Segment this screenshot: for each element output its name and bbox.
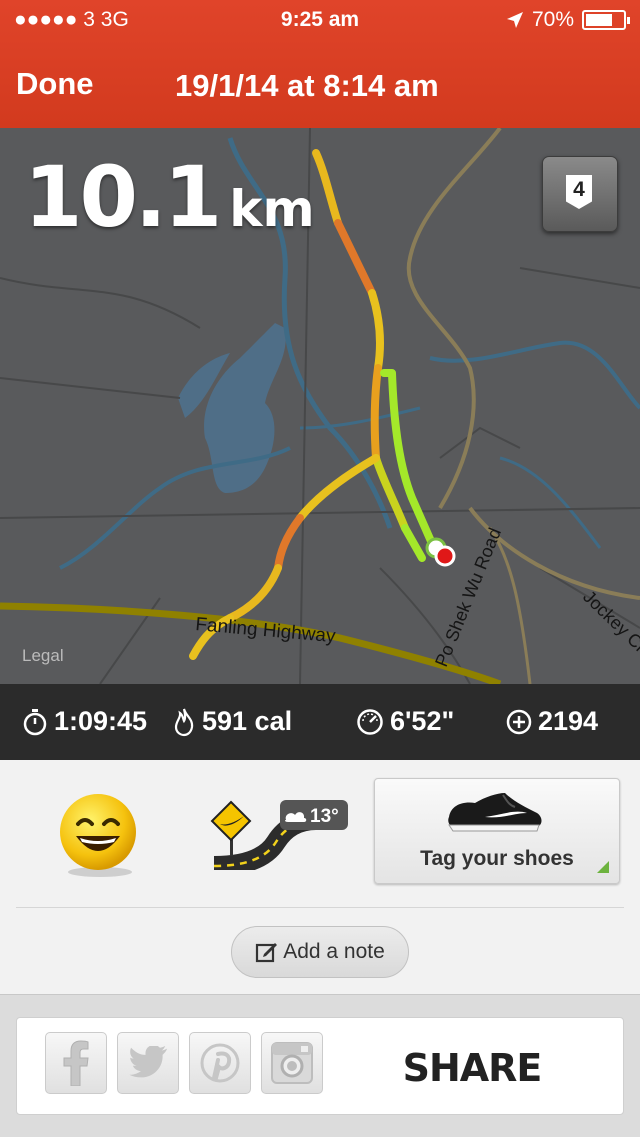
calories-value: 591 cal xyxy=(202,706,293,736)
duration-value: 1:09:45 xyxy=(54,706,148,736)
corner-triangle-icon xyxy=(597,861,609,873)
distance-unit: km xyxy=(229,180,315,238)
level-badge-icon: 4 xyxy=(566,175,592,209)
tag-shoes-label: Tag your shoes xyxy=(420,847,574,870)
done-button[interactable]: Done xyxy=(16,66,94,102)
fuel-stat: 2194 xyxy=(506,706,598,737)
speedometer-icon xyxy=(357,708,383,735)
flame-icon xyxy=(174,708,194,736)
add-note-button[interactable]: Add a note xyxy=(231,926,409,978)
duration-stat: 1:09:45 xyxy=(22,706,147,737)
happy-face-icon[interactable] xyxy=(54,790,144,880)
route-segment xyxy=(334,219,376,297)
road-weather-icon[interactable]: 13° xyxy=(206,800,356,870)
nav-bar: Done 19/1/14 at 8:14 am xyxy=(0,40,640,128)
map-label-highway: Fanling Highway xyxy=(195,614,337,647)
route-map[interactable]: Fanling Highway Po Shek Wu Road Jockey C… xyxy=(0,128,640,684)
stopwatch-icon xyxy=(23,708,47,735)
share-area: SHARE xyxy=(0,994,640,1137)
legal-link[interactable]: Legal xyxy=(22,646,64,666)
calories-stat: 591 cal xyxy=(172,706,292,737)
pace-stat: 6'52" xyxy=(356,706,454,737)
temperature-value: 13° xyxy=(310,806,339,827)
fuel-value: 2194 xyxy=(538,706,599,736)
route-segment xyxy=(380,369,438,552)
running-shoe-icon xyxy=(448,793,542,832)
note-area: Add a note xyxy=(0,908,640,994)
run-date-title: 19/1/14 at 8:14 am xyxy=(175,68,439,103)
run-tags-area: 13° Tag your shoes xyxy=(0,760,640,908)
add-note-label: Add a note xyxy=(283,940,385,963)
facebook-icon xyxy=(63,1040,89,1086)
route-segment xyxy=(274,514,304,572)
share-panel: SHARE xyxy=(16,1017,624,1115)
status-bar: ●●●●● 3 3G 9:25 am 70% xyxy=(0,0,640,40)
instagram-icon xyxy=(271,1042,313,1084)
route-end-marker xyxy=(434,545,456,567)
pinterest-share-button[interactable] xyxy=(189,1032,251,1094)
route-segment xyxy=(368,289,384,372)
share-button[interactable]: SHARE xyxy=(397,1046,547,1090)
distance-readout: 10.1 km xyxy=(24,148,315,246)
route-segment xyxy=(226,564,282,622)
battery-icon xyxy=(582,10,630,30)
route-segment xyxy=(312,149,342,227)
pace-value: 6'52" xyxy=(390,706,455,736)
stats-bar: 1:09:45 591 cal 6'52" 2194 xyxy=(0,684,640,760)
route-segment xyxy=(370,364,382,462)
route-segment xyxy=(401,524,426,562)
location-arrow-icon xyxy=(506,12,523,28)
battery-percent: 70% xyxy=(531,8,574,31)
level-badge-button[interactable]: 4 xyxy=(542,156,618,232)
twitter-icon xyxy=(129,1046,168,1078)
distance-value: 10.1 xyxy=(24,148,222,246)
route-segment xyxy=(296,454,380,522)
nikefuel-icon xyxy=(506,709,532,734)
pinterest-icon xyxy=(200,1043,240,1083)
tag-shoes-button[interactable]: Tag your shoes xyxy=(374,778,620,884)
header-bar: ●●●●● 3 3G 9:25 am 70% Done 19/1/14 at 8… xyxy=(0,0,640,128)
facebook-share-button[interactable] xyxy=(45,1032,107,1094)
instagram-share-button[interactable] xyxy=(261,1032,323,1094)
edit-note-icon xyxy=(256,943,278,963)
twitter-share-button[interactable] xyxy=(117,1032,179,1094)
